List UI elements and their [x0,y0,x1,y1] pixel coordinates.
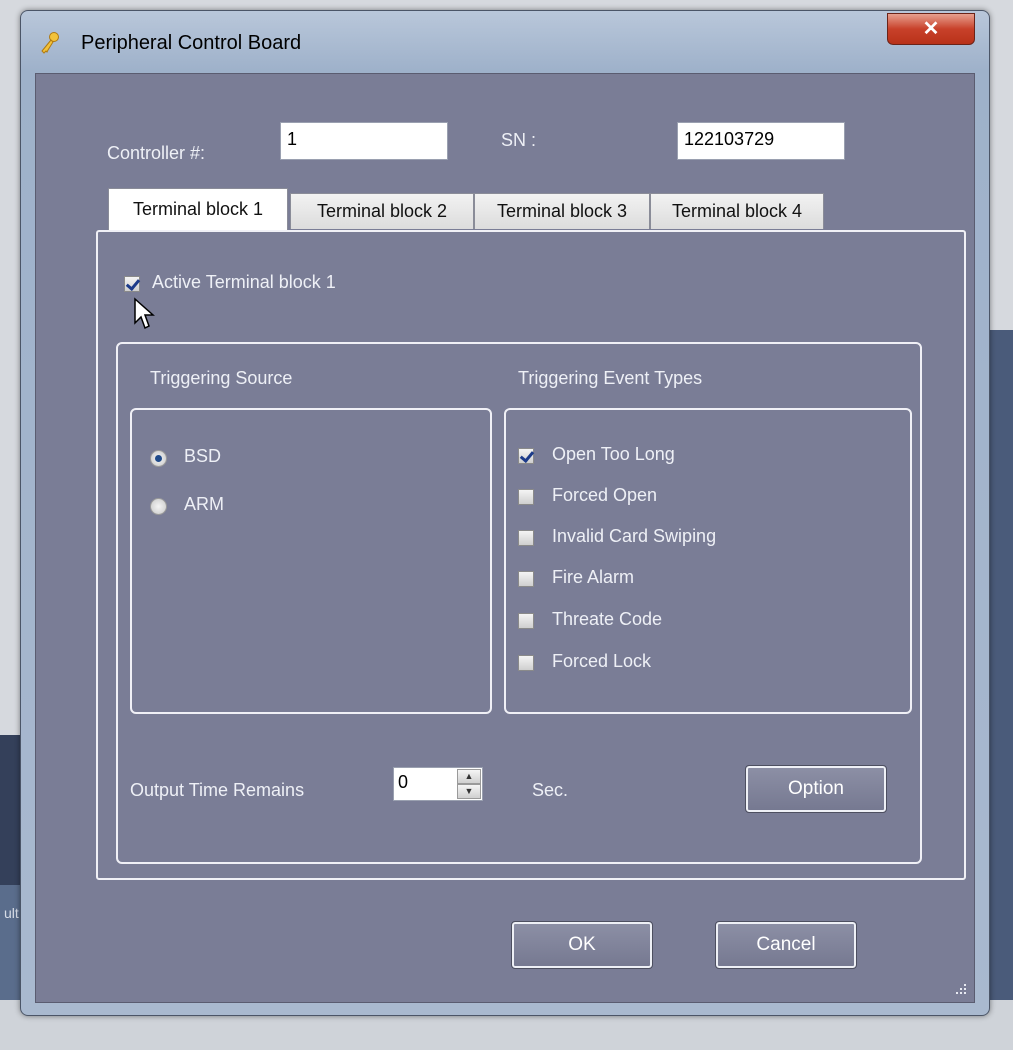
ok-button[interactable]: OK [511,921,653,969]
bsd-radio[interactable] [150,450,167,467]
mouse-cursor-icon [134,297,155,330]
sec-unit-label: Sec. [532,780,569,800]
controller-label: Controller #: [107,143,206,163]
active-terminal-label: Active Terminal block 1 [152,272,336,292]
forced-lock-label: Forced Lock [552,651,652,671]
option-button[interactable]: Option [745,765,887,813]
window-title: Peripheral Control Board [81,32,302,54]
open-too-long-label: Open Too Long [552,444,675,464]
background-app-text: ult [4,905,19,921]
tab-terminal-block-2[interactable]: Terminal block 2 [290,193,474,229]
trigger-settings-group: Triggering Source Triggering Event Types… [116,342,922,864]
active-terminal-checkbox[interactable] [124,276,140,292]
open-too-long-checkbox[interactable] [518,448,534,464]
threate-code-checkbox[interactable] [518,613,534,629]
tab-terminal-block-1[interactable]: Terminal block 1 [108,188,288,232]
triggering-source-box: BSD ARM [130,408,492,714]
fire-alarm-checkbox[interactable] [518,571,534,587]
tab-terminal-block-4[interactable]: Terminal block 4 [650,193,824,229]
chevron-up-icon: ▲ [464,771,474,781]
fire-alarm-label: Fire Alarm [552,567,635,587]
close-button[interactable]: ✕ [887,13,975,45]
triggering-event-types-box: Open Too Long Forced Open Invalid Card S… [504,408,912,714]
forced-open-label: Forced Open [552,485,658,505]
key-icon [41,32,59,54]
arm-label: ARM [184,494,224,514]
title-bar[interactable]: Peripheral Control Board ✕ [21,11,989,73]
triggering-event-types-title: Triggering Event Types [518,368,703,388]
spinner-down-button[interactable]: ▼ [457,784,481,799]
chevron-down-icon: ▼ [464,786,474,796]
forced-lock-checkbox[interactable] [518,655,534,671]
cancel-button[interactable]: Cancel [715,921,857,969]
bsd-label: BSD [184,446,222,466]
controller-number-field[interactable]: 1 [280,122,448,160]
dialog-client-area: Controller #: 1 SN : 122103729 Terminal … [35,73,975,1003]
arm-radio[interactable] [150,498,167,515]
forced-open-checkbox[interactable] [518,489,534,505]
threate-code-label: Threate Code [552,609,663,629]
tab-terminal-block-3[interactable]: Terminal block 3 [474,193,650,229]
close-icon: ✕ [922,18,940,40]
background-app-strip [0,735,22,885]
output-time-value: 0 [398,772,409,792]
terminal-block-panel: Active Terminal block 1 Triggering Sourc… [96,230,966,880]
invalid-card-swiping-label: Invalid Card Swiping [552,526,717,546]
sn-label: SN : [501,130,537,150]
serial-number-field[interactable]: 122103729 [677,122,845,160]
background-app-strip [0,885,22,1005]
spinner-up-button[interactable]: ▲ [457,769,481,784]
invalid-card-swiping-checkbox[interactable] [518,530,534,546]
peripheral-control-board-dialog: Peripheral Control Board ✕ Controller #:… [20,10,990,1016]
resize-grip-icon[interactable] [954,982,968,996]
output-time-stepper[interactable]: 0 ▲ ▼ [393,767,483,801]
background-app-strip [990,330,1013,1010]
triggering-source-title: Triggering Source [150,368,293,388]
output-time-label: Output Time Remains [130,780,305,800]
